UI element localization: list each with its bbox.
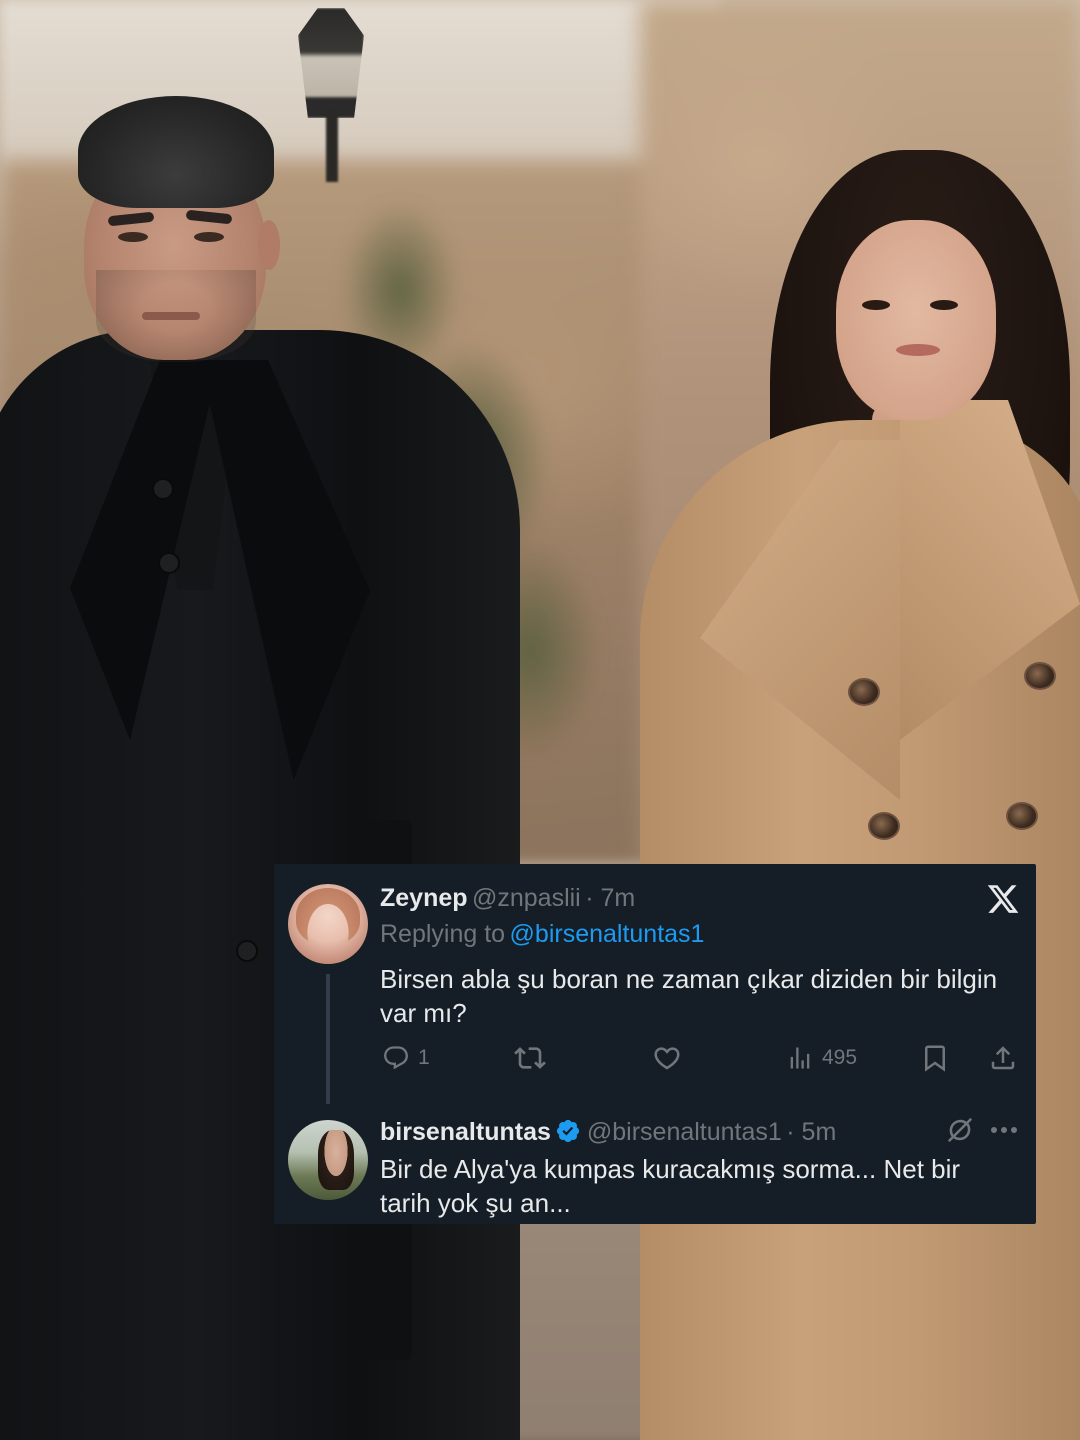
grok-icon[interactable] xyxy=(946,1116,974,1144)
reply-count: 1 xyxy=(418,1046,430,1069)
more-icon[interactable] xyxy=(990,1126,1018,1134)
reply-text: Bir de Alya'ya kumpas kuracakmış sorma..… xyxy=(380,1154,961,1184)
coat-button xyxy=(152,478,174,500)
reply-text: tarih yok şu an... xyxy=(380,1188,571,1218)
avatar[interactable] xyxy=(288,884,368,964)
reply-button[interactable]: 1 xyxy=(382,1042,430,1074)
woman-eye xyxy=(930,300,958,310)
photo-background: Zeynep @znpaslii · 7m Replying to @birse… xyxy=(0,0,1080,1440)
views-icon xyxy=(790,1047,810,1069)
reply-icon xyxy=(384,1046,408,1070)
tweet-header: Zeynep @znpaslii · 7m xyxy=(380,882,635,918)
coat-button xyxy=(1024,662,1056,690)
avatar[interactable] xyxy=(288,1120,368,1200)
share-icon xyxy=(991,1046,1015,1070)
coat-button xyxy=(158,552,180,574)
heart-icon xyxy=(654,1047,680,1070)
man-hair xyxy=(78,96,274,208)
tweet-screenshot-card: Zeynep @znpaslii · 7m Replying to @birse… xyxy=(274,864,1036,1224)
bookmark-icon xyxy=(925,1045,945,1072)
author-handle[interactable]: @birsenaltuntas1 xyxy=(587,1118,782,1146)
share-button[interactable] xyxy=(988,1042,1018,1074)
replying-label: Replying to xyxy=(380,920,506,948)
bookmark-button[interactable] xyxy=(920,1042,950,1074)
tweet-text: Birsen abla şu boran ne zaman çıkar dizi… xyxy=(380,964,998,994)
retweet-button[interactable] xyxy=(514,1042,554,1074)
street-lamp-post xyxy=(326,112,338,182)
retweet-icon xyxy=(514,1047,546,1069)
man-eye xyxy=(118,232,148,242)
thread-connector-line xyxy=(326,974,330,1104)
coat-button xyxy=(236,940,258,962)
woman-lips xyxy=(896,344,940,356)
woman-eye xyxy=(862,300,890,310)
reply-header: birsenaltuntas @birsenaltuntas1 · 5m xyxy=(380,1116,836,1152)
replying-handle-link[interactable]: @birsenaltuntas1 xyxy=(510,920,705,948)
man-ear xyxy=(258,220,280,270)
verified-badge-icon xyxy=(556,1119,579,1143)
x-logo-icon xyxy=(987,885,1019,913)
tweet-time[interactable]: · 7m xyxy=(585,884,635,912)
replying-to: Replying to @birsenaltuntas1 xyxy=(380,918,704,954)
author-name[interactable]: Zeynep xyxy=(380,884,468,912)
views-count: 495 xyxy=(822,1046,858,1069)
reply-time[interactable]: · 5m xyxy=(786,1118,836,1146)
man-eye xyxy=(194,232,224,242)
like-button[interactable] xyxy=(652,1042,690,1074)
author-handle[interactable]: @znpaslii xyxy=(472,884,581,912)
views-button[interactable]: 495 xyxy=(786,1042,857,1074)
street-lamp xyxy=(298,8,364,118)
coat-button xyxy=(1006,802,1038,830)
man-mouth xyxy=(142,312,200,320)
woman-face xyxy=(836,220,996,420)
author-name[interactable]: birsenaltuntas xyxy=(380,1118,551,1146)
coat-button xyxy=(848,678,880,706)
coat-button xyxy=(868,812,900,840)
tweet-text: var mı? xyxy=(380,998,467,1028)
